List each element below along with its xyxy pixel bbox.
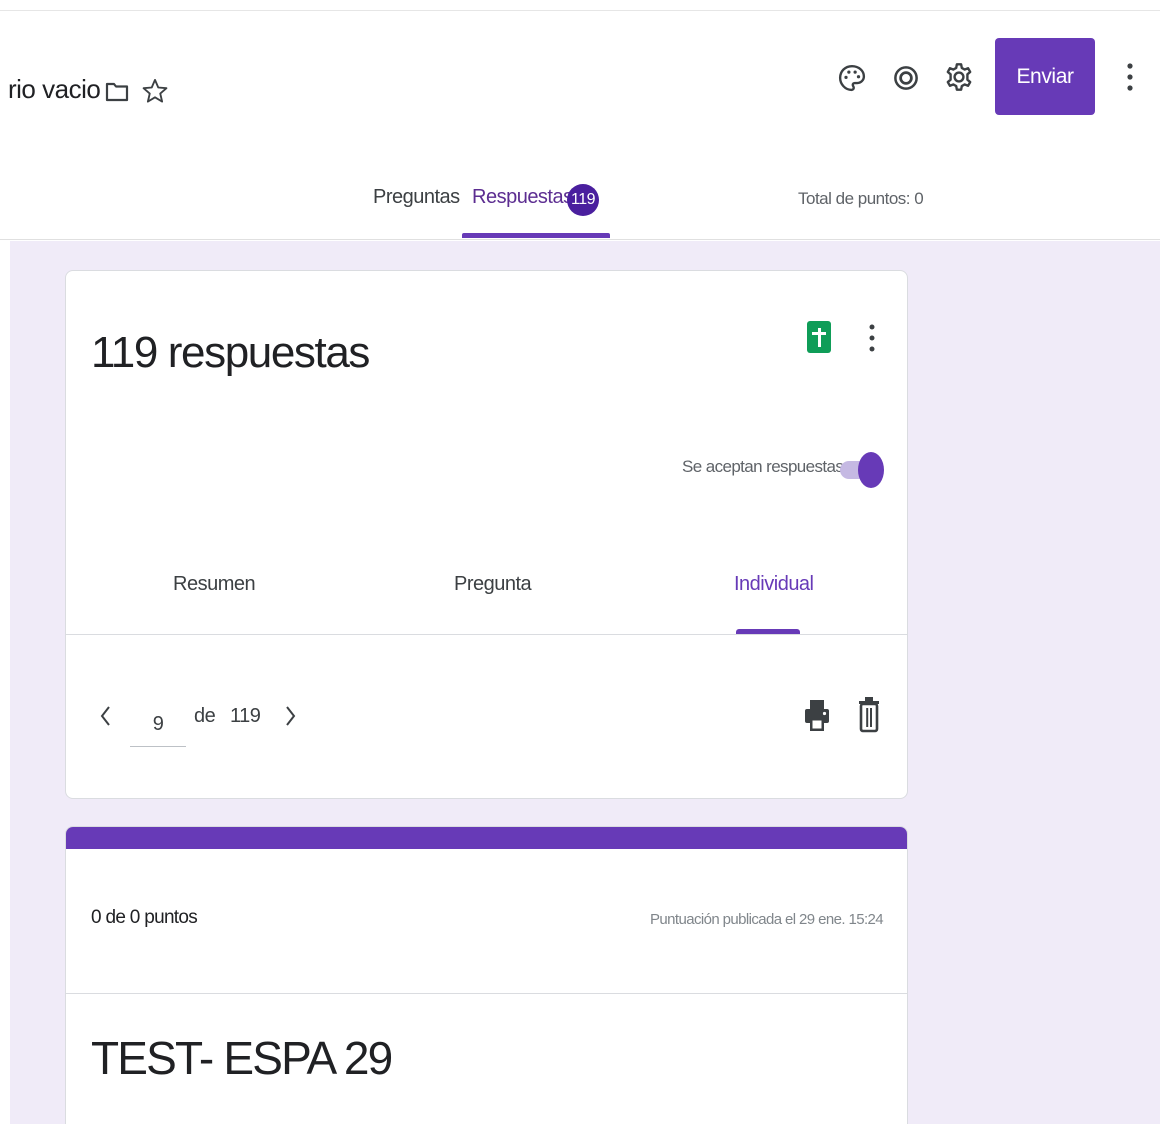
pager-de-label: de bbox=[194, 705, 216, 727]
subtab-pregunta[interactable]: Pregunta bbox=[454, 573, 532, 596]
form-title: TEST- ESPA 29 bbox=[91, 1032, 393, 1084]
response-score: 0 de 0 puntos bbox=[91, 907, 198, 928]
subtab-resumen[interactable]: Resumen bbox=[173, 573, 256, 596]
toggle-thumb bbox=[858, 452, 884, 488]
tab-respuestas[interactable]: Respuestas bbox=[472, 186, 573, 209]
more-vert-icon[interactable] bbox=[862, 321, 882, 357]
top-divider bbox=[0, 10, 1160, 11]
responses-count-badge: 119 bbox=[567, 184, 599, 216]
tab-preguntas[interactable]: Preguntas bbox=[373, 186, 460, 209]
chevron-right-icon[interactable] bbox=[280, 699, 300, 733]
pager-total: 119 bbox=[230, 705, 261, 727]
score-published-note: Puntuación publicada el 29 ene. 15:24 bbox=[650, 911, 884, 928]
chevron-left-icon[interactable] bbox=[96, 699, 116, 733]
response-card-accent-bar bbox=[66, 827, 907, 849]
sheets-icon[interactable] bbox=[807, 321, 831, 353]
responses-summary-card: 119 respuestas Se aceptan respuestas Res… bbox=[65, 270, 908, 799]
print-icon[interactable] bbox=[803, 697, 831, 735]
star-icon[interactable] bbox=[138, 74, 172, 108]
total-points: Total de puntos: 0 bbox=[798, 189, 924, 208]
send-button[interactable]: Enviar bbox=[995, 38, 1095, 115]
folder-icon[interactable] bbox=[100, 74, 134, 108]
responses-title: 119 respuestas bbox=[91, 328, 370, 377]
accepting-responses-label: Se aceptan respuestas bbox=[682, 457, 844, 476]
delete-icon[interactable] bbox=[857, 695, 881, 735]
accepting-responses-toggle[interactable] bbox=[840, 452, 884, 488]
more-vert-icon[interactable] bbox=[1114, 58, 1146, 96]
individual-response-card: 0 de 0 puntos Puntuación publicada el 29… bbox=[65, 826, 908, 1124]
response-index-input[interactable] bbox=[130, 699, 186, 747]
preview-icon[interactable] bbox=[888, 60, 924, 96]
app-header: rio vacio Enviar Preguntas Respuestas 11… bbox=[0, 0, 1160, 240]
settings-icon[interactable] bbox=[940, 58, 978, 96]
subtab-individual[interactable]: Individual bbox=[734, 573, 814, 596]
active-tab-indicator bbox=[462, 233, 610, 238]
subtab-divider bbox=[66, 634, 907, 635]
response-divider bbox=[66, 993, 907, 994]
document-title[interactable]: rio vacio bbox=[8, 74, 101, 105]
palette-icon[interactable] bbox=[834, 60, 870, 96]
